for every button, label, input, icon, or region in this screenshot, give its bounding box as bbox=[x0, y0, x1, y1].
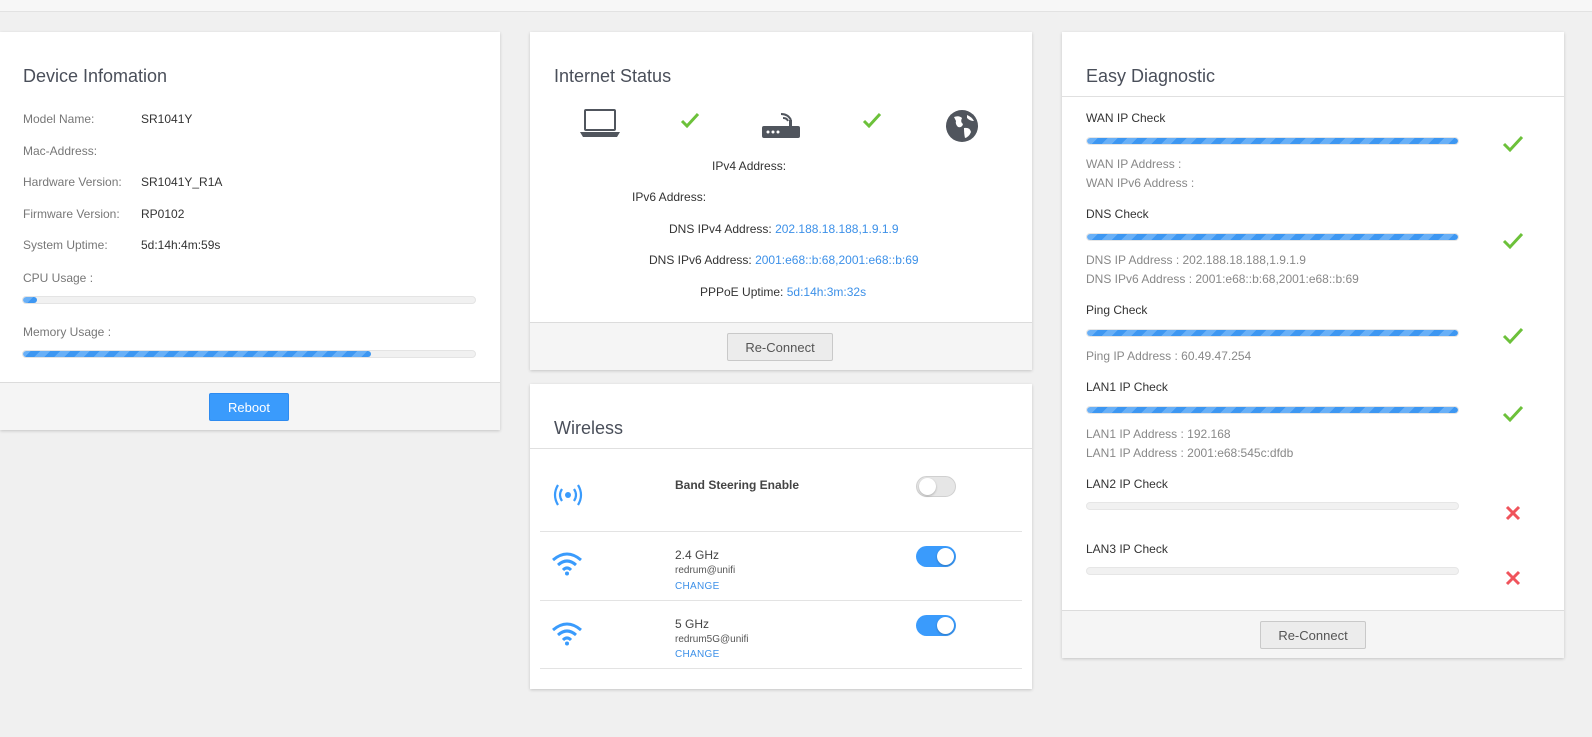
toggle-knob bbox=[937, 548, 954, 565]
toggle-knob bbox=[937, 617, 954, 634]
info-label: System Uptime: bbox=[23, 238, 108, 252]
globe-icon bbox=[945, 109, 979, 143]
internet-status-footer: Re-Connect bbox=[530, 322, 1032, 370]
toggle-knob bbox=[919, 478, 936, 495]
dns-check-fill bbox=[1087, 234, 1458, 240]
wireless-title: Wireless bbox=[554, 418, 624, 438]
info-value: SR1041Y_R1A bbox=[141, 175, 223, 189]
ping-check-fill bbox=[1087, 330, 1458, 336]
dns-check-bar bbox=[1086, 233, 1459, 241]
dns-ipv4-line: DNS IPv4 Address: 202.188.18.188,1.9.1.9 bbox=[669, 222, 899, 236]
info-value: RP0102 bbox=[141, 207, 185, 221]
info-label: Firmware Version: bbox=[23, 207, 120, 221]
pppoe-uptime-label: PPPoE Uptime: bbox=[700, 285, 784, 299]
dns-ipv6-detail: DNS IPv6 Address : 2001:e68::b:68,2001:e… bbox=[1086, 272, 1359, 286]
info-value: SR1041Y bbox=[141, 112, 193, 126]
internet-status-card: Internet Status IPv4 Address: IPv6 Addre… bbox=[530, 32, 1032, 370]
wan-ipv6-detail: WAN IPv6 Address : bbox=[1086, 176, 1195, 190]
band-24-ssid: redrum@unifi bbox=[675, 565, 736, 576]
lan2-check-title: LAN2 IP Check bbox=[1086, 477, 1168, 491]
dns-ipv6-line: DNS IPv6 Address: 2001:e68::b:68,2001:e6… bbox=[649, 253, 919, 267]
lan1-check-fill bbox=[1087, 407, 1458, 413]
device-info-title: Device Infomation bbox=[23, 66, 168, 86]
dns-check-title: DNS Check bbox=[1086, 207, 1149, 221]
ipv6-label: IPv6 Address: bbox=[632, 190, 707, 204]
pppoe-uptime-line: PPPoE Uptime: 5d:14h:3m:32s bbox=[700, 285, 866, 299]
top-bar bbox=[0, 0, 1592, 12]
ipv4-label: IPv4 Address: bbox=[712, 159, 787, 173]
ping-check-bar bbox=[1086, 329, 1459, 337]
check-icon bbox=[862, 112, 882, 130]
check-icon bbox=[1502, 404, 1524, 426]
lan2-check-bar bbox=[1086, 502, 1459, 510]
dns-ipv4-label: DNS IPv4 Address: bbox=[669, 222, 772, 236]
lan1-check-bar bbox=[1086, 406, 1459, 414]
lan1-ipv6-detail: LAN1 IP Address : 2001:e68:545c:dfdb bbox=[1086, 446, 1294, 460]
band-24-name: 2.4 GHz bbox=[675, 548, 720, 562]
memory-usage-fill bbox=[23, 351, 372, 357]
memory-usage-bar bbox=[22, 350, 476, 358]
diagnostic-footer: Re-Connect bbox=[1062, 610, 1564, 658]
error-icon bbox=[1504, 569, 1526, 591]
lan1-check-title: LAN1 IP Check bbox=[1086, 380, 1168, 394]
band-5-name: 5 GHz bbox=[675, 617, 710, 631]
laptop-icon bbox=[579, 109, 621, 139]
reboot-button[interactable]: Reboot bbox=[209, 393, 289, 421]
info-label: Model Name: bbox=[23, 112, 95, 126]
wan-check-fill bbox=[1087, 138, 1458, 144]
band-steering-icon bbox=[553, 483, 583, 507]
device-info-footer: Reboot bbox=[0, 382, 500, 430]
ping-ip-detail: Ping IP Address : 60.49.47.254 bbox=[1086, 349, 1252, 363]
ping-check-title: Ping Check bbox=[1086, 303, 1148, 317]
check-icon bbox=[680, 112, 700, 130]
dns-ip-detail: DNS IP Address : 202.188.18.188,1.9.1.9 bbox=[1086, 253, 1306, 267]
cpu-usage-label: CPU Usage : bbox=[23, 271, 94, 285]
internet-reconnect-button[interactable]: Re-Connect bbox=[727, 333, 833, 361]
info-label: Hardware Version: bbox=[23, 175, 122, 189]
easy-diagnostic-title: Easy Diagnostic bbox=[1086, 66, 1216, 86]
wireless-title-divider bbox=[530, 448, 1032, 449]
wireless-divider bbox=[540, 668, 1022, 669]
error-icon bbox=[1504, 504, 1526, 526]
wireless-divider bbox=[540, 600, 1022, 601]
band-5-ssid: redrum5G@unifi bbox=[675, 634, 749, 645]
dns-ipv6-value: 2001:e68::b:68,2001:e68::b:69 bbox=[755, 253, 919, 267]
info-label: Mac-Address: bbox=[23, 144, 98, 158]
band-5-toggle[interactable] bbox=[916, 615, 956, 636]
ipv4-line: IPv4 Address: bbox=[712, 159, 786, 173]
wifi-icon bbox=[551, 622, 583, 646]
check-icon bbox=[1502, 231, 1524, 253]
band-24-change-link[interactable]: CHANGE bbox=[675, 581, 720, 592]
easy-diagnostic-card: Easy Diagnostic WAN IP Check WAN IP Addr… bbox=[1062, 32, 1564, 658]
wireless-divider bbox=[540, 531, 1022, 532]
ipv6-line: IPv6 Address: bbox=[632, 190, 706, 204]
wan-check-bar bbox=[1086, 137, 1459, 145]
memory-usage-label: Memory Usage : bbox=[23, 325, 112, 339]
band-5-change-link[interactable]: CHANGE bbox=[675, 649, 720, 660]
wifi-icon bbox=[551, 552, 583, 576]
band-steering-label: Band Steering Enable bbox=[675, 478, 800, 492]
router-icon bbox=[761, 108, 801, 140]
band-steering-toggle[interactable] bbox=[916, 476, 956, 497]
lan3-check-bar bbox=[1086, 567, 1459, 575]
dns-ipv6-label: DNS IPv6 Address: bbox=[649, 253, 752, 267]
check-icon bbox=[1502, 134, 1524, 156]
band-24-toggle[interactable] bbox=[916, 546, 956, 567]
wan-check-title: WAN IP Check bbox=[1086, 111, 1166, 125]
pppoe-uptime-value: 5d:14h:3m:32s bbox=[786, 285, 867, 299]
lan1-ip-detail: LAN1 IP Address : 192.168 bbox=[1086, 427, 1231, 441]
diagnostic-reconnect-button[interactable]: Re-Connect bbox=[1260, 621, 1366, 649]
wan-ip-detail: WAN IP Address : bbox=[1086, 157, 1182, 171]
dns-ipv4-value: 202.188.18.188,1.9.1.9 bbox=[775, 222, 899, 236]
info-value: 5d:14h:4m:59s bbox=[141, 238, 221, 252]
lan3-check-title: LAN3 IP Check bbox=[1086, 542, 1168, 556]
internet-status-title: Internet Status bbox=[554, 66, 672, 86]
diagnostic-title-divider bbox=[1062, 96, 1564, 97]
cpu-usage-bar bbox=[22, 296, 476, 304]
check-icon bbox=[1502, 326, 1524, 348]
device-info-card: Device Infomation Model Name: SR1041Y Ma… bbox=[0, 32, 500, 430]
wireless-card: Wireless Band Steering Enable 2.4 GHz re… bbox=[530, 384, 1032, 689]
cpu-usage-fill bbox=[23, 297, 37, 303]
